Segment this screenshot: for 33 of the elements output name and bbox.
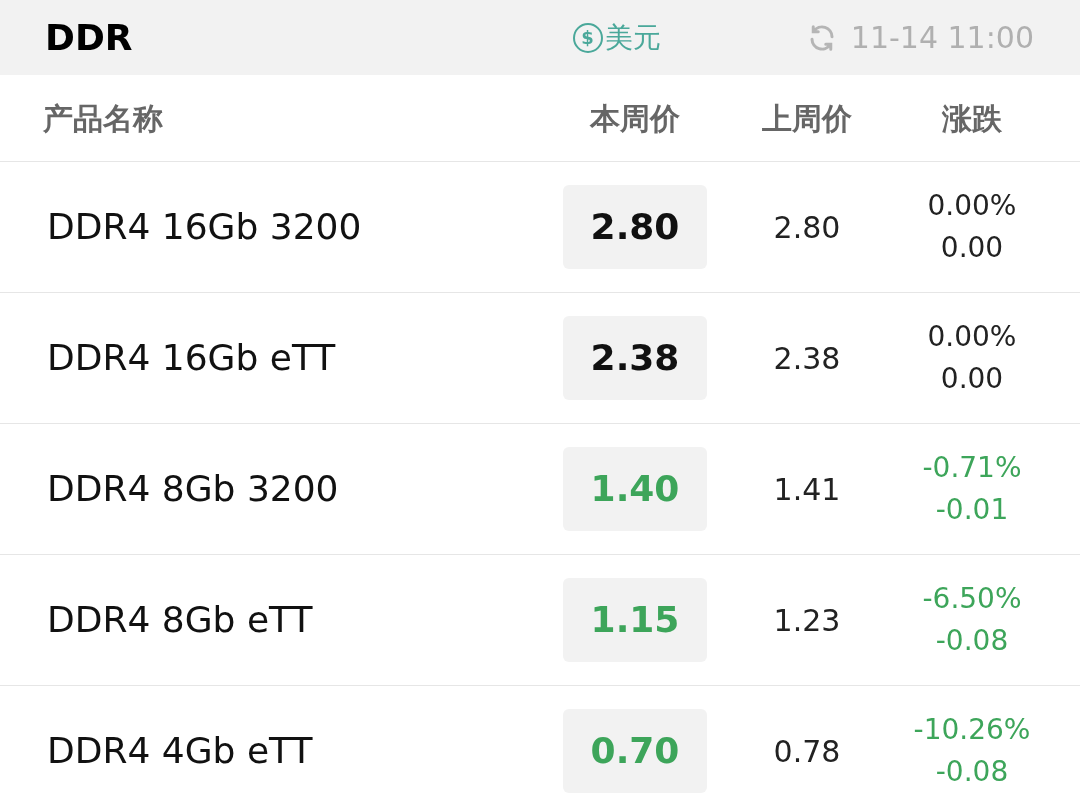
current-price: 1.15: [563, 578, 707, 662]
column-header: 上周价: [761, 99, 853, 138]
change-amount: -0.08: [935, 754, 1009, 790]
change-percent: -10.26%: [913, 712, 1031, 748]
last-week-price: 1.23: [772, 601, 842, 640]
page-title: DDR: [45, 15, 133, 60]
column-header: 产品名称: [42, 99, 164, 138]
current-price: 0.70: [563, 709, 707, 793]
change-percent: 0.00%: [927, 319, 1017, 355]
column-header: 涨跌: [941, 99, 1003, 138]
last-week-price: 0.78: [772, 732, 842, 771]
change-amount: -0.01: [935, 492, 1009, 528]
product-name: DDR4 16Gb eTT: [46, 336, 337, 380]
product-name: DDR4 8Gb 3200: [46, 467, 340, 511]
current-price: 2.38: [563, 316, 707, 400]
last-week-price: 2.38: [772, 339, 842, 378]
product-name: DDR4 4Gb eTT: [46, 729, 314, 773]
change-percent: 0.00%: [927, 188, 1017, 224]
change-amount: 0.00: [940, 361, 1004, 397]
dollar-icon: $: [572, 22, 603, 53]
last-week-price: 2.80: [772, 208, 842, 247]
change-amount: -0.08: [935, 623, 1009, 659]
change-percent: -0.71%: [922, 450, 1022, 486]
currency-label[interactable]: 美元: [604, 16, 661, 59]
last-week-price: 1.41: [772, 470, 842, 509]
product-name: DDR4 8Gb eTT: [46, 598, 314, 642]
product-name: DDR4 16Gb 3200: [46, 205, 363, 249]
update-time: 11-14 11:00: [850, 19, 1034, 57]
change-percent: -6.50%: [922, 581, 1022, 617]
change-amount: 0.00: [940, 230, 1004, 266]
column-header: 本周价: [588, 99, 681, 138]
current-price: 2.80: [563, 185, 707, 269]
current-price: 1.40: [563, 447, 707, 531]
